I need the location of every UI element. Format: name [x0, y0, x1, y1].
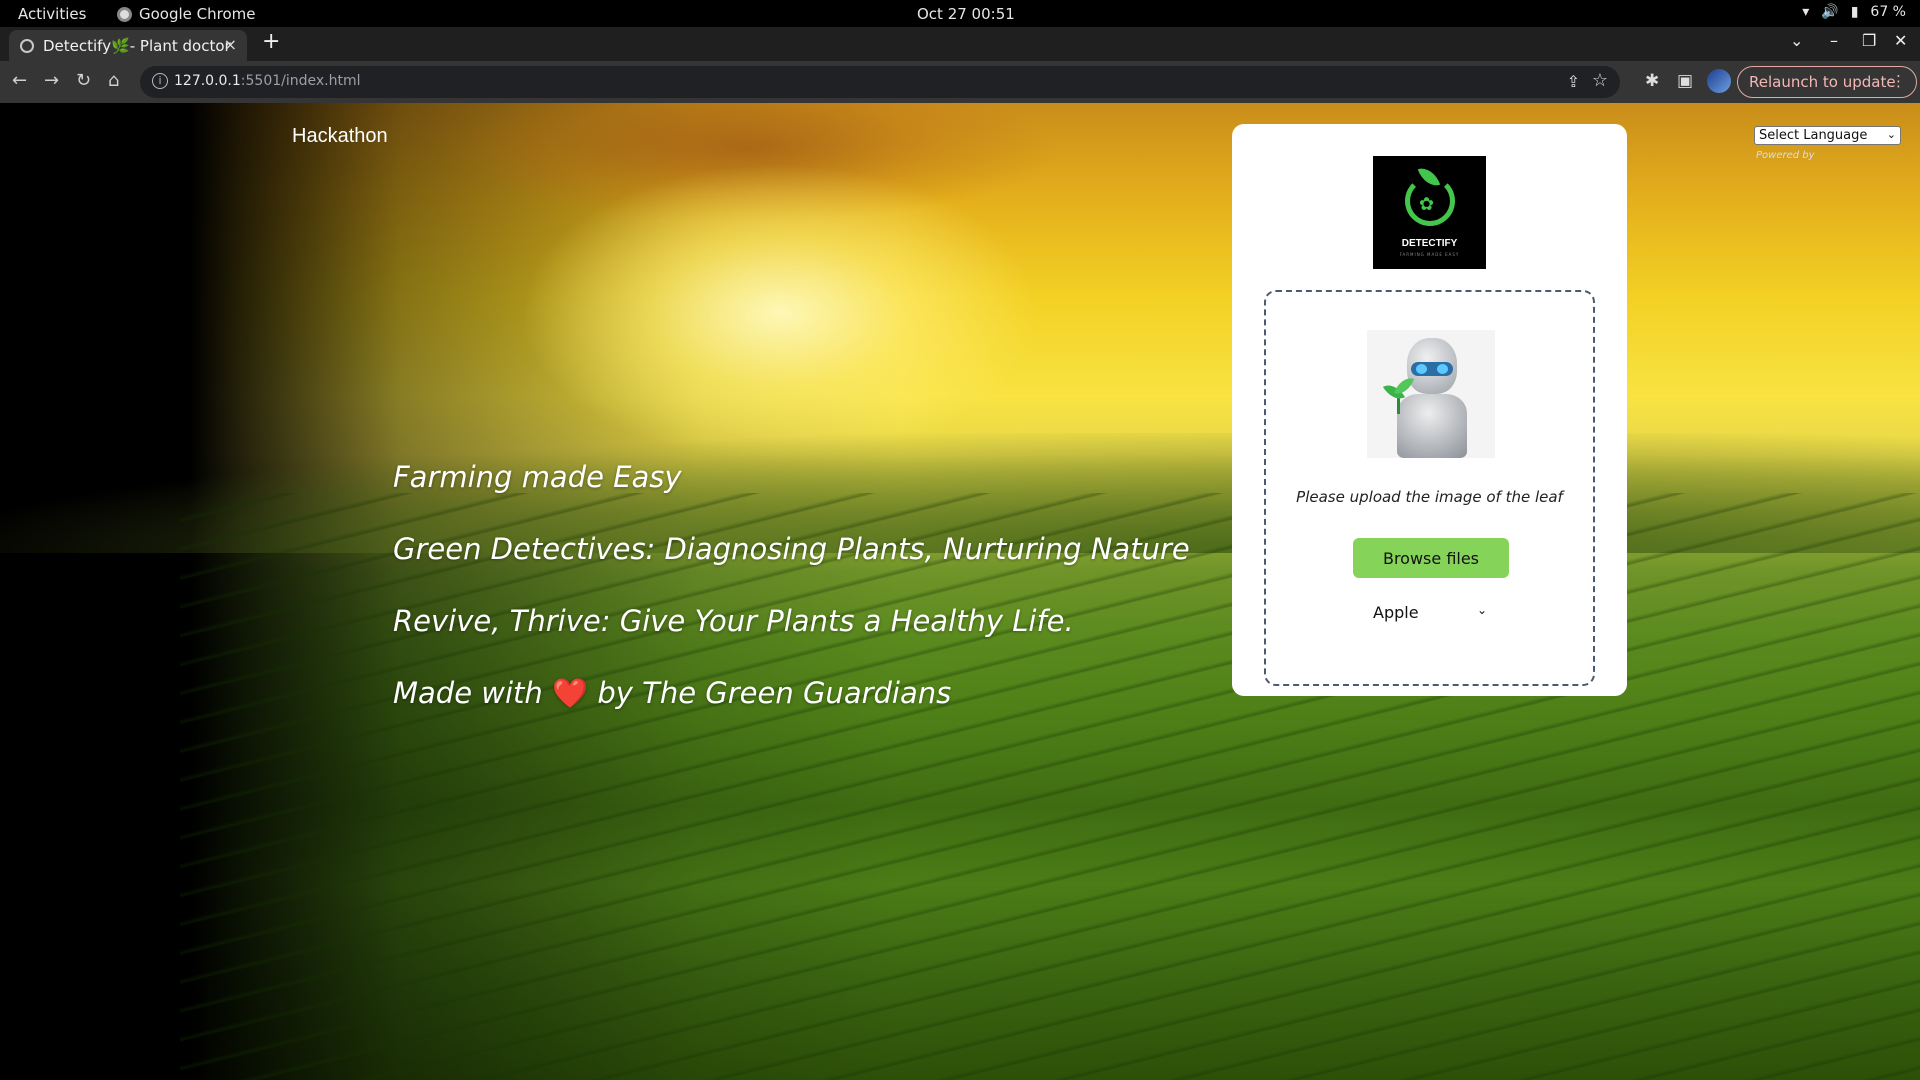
bookmark-star-icon[interactable]: ☆	[1592, 70, 1608, 91]
credits-prefix: Made with	[393, 676, 543, 710]
chrome-icon	[117, 6, 132, 22]
credits-line: Made with ❤️ by The Green Guardians	[393, 676, 951, 711]
plant-type-value: Apple	[1373, 603, 1419, 622]
upload-prompt: Please upload the image of the leaf	[1296, 488, 1563, 506]
credits-suffix: by The Green Guardians	[597, 676, 952, 710]
relaunch-label: Relaunch to update	[1749, 73, 1896, 91]
browse-files-button[interactable]: Browse files	[1353, 538, 1509, 578]
tab-strip: Detectify🌿- Plant doctor × + ⌄ – ❐ ✕	[0, 27, 1920, 61]
logo-sprout-icon: ✿	[1419, 194, 1435, 215]
page-viewport: Hackathon Farming made Easy Green Detect…	[0, 103, 1920, 1080]
browser-toolbar: ← → ↻ ⌂ i 127.0.0.1:5501/index.html ⇪ ☆ …	[0, 61, 1920, 103]
chevron-down-icon: ⌄	[1476, 603, 1487, 617]
file-drop-zone[interactable]: Please upload the image of the leaf Brow…	[1264, 290, 1595, 686]
detectify-logo: ✿ DETECTIFY FARMING MADE EASY	[1373, 156, 1486, 269]
minimize-icon[interactable]: –	[1830, 31, 1838, 50]
activities-button[interactable]: Activities	[18, 5, 86, 23]
app-menu[interactable]: Google Chrome	[117, 5, 256, 23]
globe-icon	[20, 38, 34, 53]
upload-card: ✿ DETECTIFY FARMING MADE EASY Please upl…	[1232, 124, 1627, 696]
tab-title: Detectify🌿- Plant doctor	[43, 36, 231, 55]
menu-kebab-icon: ⋮	[1891, 72, 1906, 90]
site-brand[interactable]: Hackathon	[292, 125, 388, 148]
language-select-value: Select Language	[1759, 128, 1868, 143]
side-panel-icon[interactable]: ▣	[1677, 71, 1693, 91]
site-info-icon[interactable]: i	[152, 73, 168, 89]
os-top-bar: Activities Google Chrome Oct 27 00:51 ▾ …	[0, 0, 1920, 27]
tagline-2: Green Detectives: Diagnosing Plants, Nur…	[393, 532, 1190, 566]
battery-level: 67 %	[1870, 4, 1906, 20]
profile-avatar[interactable]	[1707, 69, 1731, 93]
volume-icon: 🔊	[1821, 4, 1839, 20]
restore-icon[interactable]: ❐	[1862, 31, 1876, 50]
background-sun-glow	[520, 163, 1040, 463]
tab-search-icon[interactable]: ⌄	[1790, 31, 1803, 50]
system-tray[interactable]: ▾ 🔊 ▮ 67 %	[1802, 4, 1906, 20]
tab-close-icon[interactable]: ×	[224, 35, 237, 54]
background-tea-rows	[180, 493, 1920, 1080]
relaunch-button[interactable]: Relaunch to update ⋮	[1737, 66, 1917, 98]
heart-icon: ❤️	[552, 676, 589, 710]
clock[interactable]: Oct 27 00:51	[917, 5, 1015, 23]
chevron-down-icon: ⌄	[1886, 128, 1896, 141]
app-name: Google Chrome	[139, 5, 256, 23]
new-tab-button[interactable]: +	[262, 29, 280, 54]
browser-tab[interactable]: Detectify🌿- Plant doctor ×	[9, 30, 247, 61]
back-icon[interactable]: ←	[12, 70, 27, 91]
url-text[interactable]: 127.0.0.1:5501/index.html	[174, 73, 361, 89]
logo-subtitle: FARMING MADE EASY	[1399, 252, 1460, 257]
close-window-icon[interactable]: ✕	[1894, 31, 1907, 50]
plant-type-select[interactable]: Apple ⌄	[1371, 603, 1491, 623]
robot-plant-image	[1367, 330, 1495, 458]
wifi-icon: ▾	[1802, 4, 1810, 20]
forward-icon[interactable]: →	[44, 70, 59, 91]
tagline-1: Farming made Easy	[393, 460, 682, 494]
share-icon[interactable]: ⇪	[1567, 72, 1580, 91]
extensions-icon[interactable]: ✱	[1645, 71, 1659, 91]
tagline-3: Revive, Thrive: Give Your Plants a Healt…	[393, 604, 1074, 638]
address-bar[interactable]: i 127.0.0.1:5501/index.html ⇪ ☆	[140, 66, 1620, 98]
battery-icon: ▮	[1850, 4, 1859, 20]
powered-by-text: Powered by	[1756, 150, 1815, 161]
reload-icon[interactable]: ↻	[76, 70, 91, 91]
language-select[interactable]: Select Language ⌄	[1754, 126, 1901, 145]
logo-wordmark: DETECTIFY	[1401, 238, 1458, 249]
home-icon[interactable]: ⌂	[108, 70, 119, 91]
